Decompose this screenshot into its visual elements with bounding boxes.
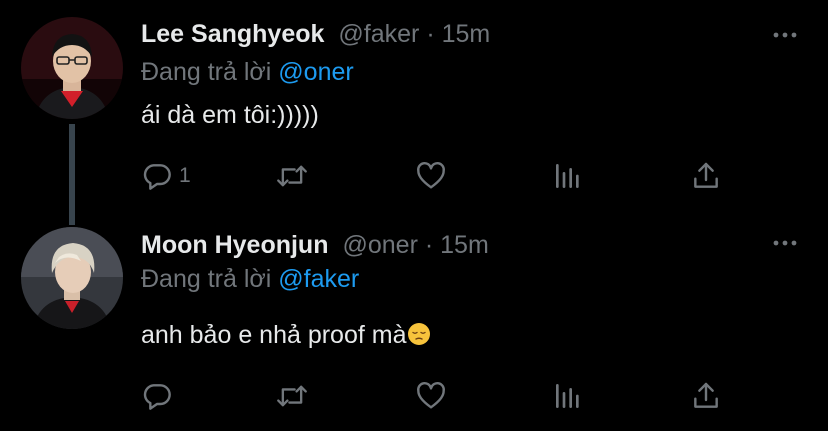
reply-icon [143,384,171,410]
avatar[interactable] [21,227,123,329]
like-button[interactable] [414,376,448,416]
mention-link[interactable]: @oner [278,58,353,86]
user-handle[interactable]: @faker [338,20,419,48]
more-icon[interactable] [772,30,798,40]
action-bar: 1 [0,156,828,196]
replying-to-label: Đang trả lời [141,58,272,86]
tweet-text-content: anh bảo e nhả proof mà [141,321,407,349]
retweet-icon [277,385,307,407]
mention-link[interactable]: @faker [278,265,359,293]
share-button[interactable] [690,376,722,416]
reply-button[interactable] [141,376,173,416]
replying-to: Đang trả lời @faker [141,264,359,294]
share-icon [694,162,718,188]
share-button[interactable] [690,156,722,196]
like-button[interactable] [414,156,448,196]
replying-to-label: Đang trả lời [141,265,272,293]
replying-to: Đang trả lời @oner [141,57,354,87]
display-name[interactable]: Lee Sanghyeok [141,20,324,48]
share-icon [694,382,718,408]
retweet-button[interactable] [275,376,309,416]
timestamp[interactable]: 15m [440,231,489,259]
tweet[interactable]: Moon Hyeonjun @oner · 15m Đang trả lời @f… [0,216,828,431]
avatar[interactable] [21,17,123,119]
analytics-button[interactable] [552,376,584,416]
pensive-face-emoji-icon [408,323,431,345]
retweet-icon [277,165,307,187]
separator-dot: · [424,231,434,259]
tweet-header: Moon Hyeonjun @oner · 15m [141,230,489,260]
reply-count: 1 [179,164,191,187]
tweet-header: Lee Sanghyeok @faker · 15m [141,19,490,49]
timestamp[interactable]: 15m [442,20,491,48]
tweet-text: anh bảo e nhả proof mà [141,320,431,350]
analytics-button[interactable] [552,156,584,196]
reply-icon [143,164,171,190]
display-name[interactable]: Moon Hyeonjun [141,231,328,259]
more-icon[interactable] [772,238,798,248]
retweet-button[interactable] [275,156,309,196]
separator-dot: · [426,20,435,48]
like-icon [417,382,445,409]
like-icon [417,162,445,189]
action-bar [0,376,828,416]
user-handle[interactable]: @oner [342,231,417,259]
tweet[interactable]: Lee Sanghyeok @faker · 15m Đang trả lời @… [0,0,828,225]
stats-icon [556,164,579,188]
stats-icon [556,384,579,408]
reply-button[interactable]: 1 [141,156,191,196]
tweet-text: ái dà em tôi:))))) [141,101,319,129]
